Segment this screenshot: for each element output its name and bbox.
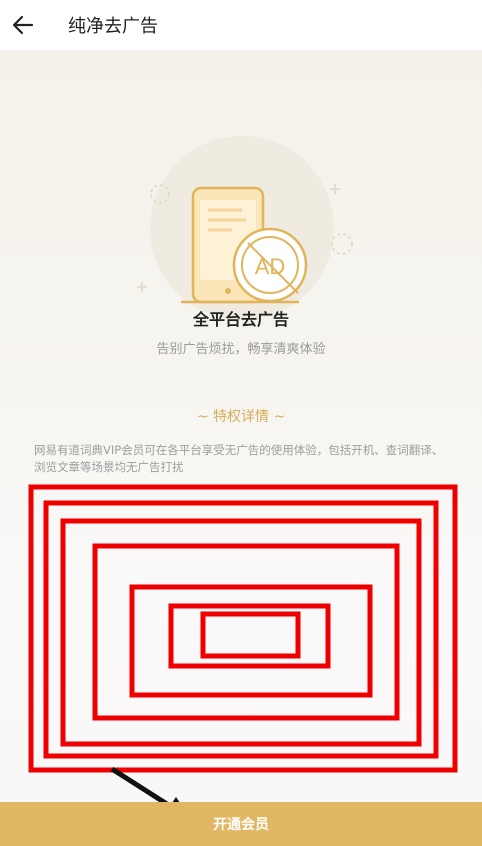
top-bar: 纯净去广告 bbox=[0, 0, 482, 50]
ad-badge-text: AD bbox=[255, 254, 286, 279]
feature-heading: 全平台去广告 bbox=[192, 310, 289, 329]
feature-subheading: 告别广告烦扰，畅享清爽体验 bbox=[156, 342, 326, 357]
privilege-description: 网易有道词典VIP会员可在各平台享受无广告的使用体验，包括开机、查词翻译、浏览文… bbox=[34, 443, 444, 474]
back-button[interactable] bbox=[10, 12, 36, 38]
hero-section: AD 全平台去广告 告别广告烦扰，畅享清爽体验 ~ 特权详情 ~ 网易有道词典V… bbox=[0, 50, 482, 802]
privilege-title: ~ 特权详情 ~ bbox=[196, 409, 286, 425]
page-title: 纯净去广告 bbox=[68, 16, 158, 37]
open-membership-button[interactable]: 开通会员 bbox=[0, 802, 482, 846]
back-arrow-icon bbox=[12, 15, 34, 35]
